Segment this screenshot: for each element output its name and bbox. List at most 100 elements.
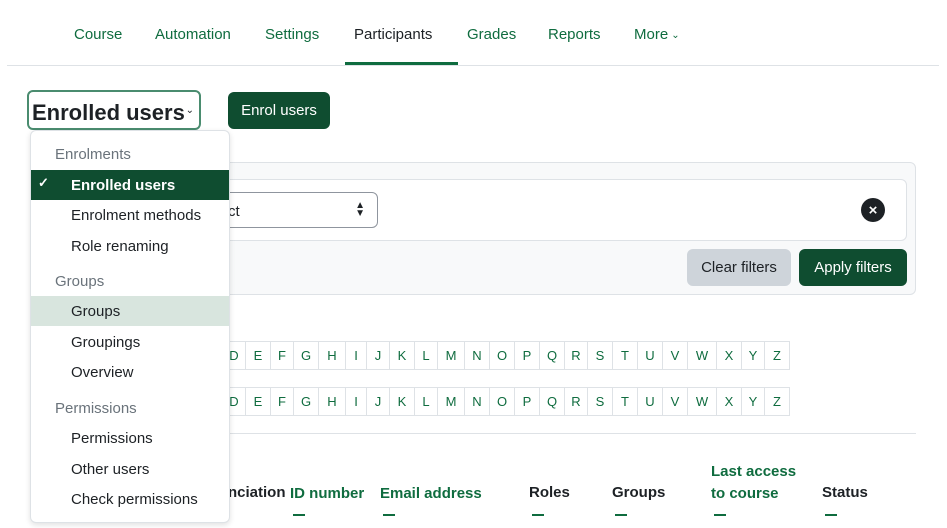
column-header-id-number[interactable]: ID number bbox=[290, 485, 364, 502]
dropdown-item-label: Groupings bbox=[71, 333, 141, 351]
dropdown-item-role-renaming[interactable]: Role renaming bbox=[31, 231, 229, 261]
dropdown-group-permissions: Permissions bbox=[55, 400, 137, 417]
page-select[interactable]: Enrolled users ⌄ bbox=[27, 90, 201, 130]
initial-letter-link[interactable]: J bbox=[366, 387, 390, 416]
table-divider bbox=[215, 433, 916, 434]
initial-letter-link[interactable]: Q bbox=[539, 387, 565, 416]
initial-letter-link[interactable]: K bbox=[389, 387, 415, 416]
dropdown-item-permissions[interactable]: Permissions bbox=[31, 423, 229, 453]
nav-more-label: More bbox=[634, 26, 669, 43]
initial-letter-link[interactable]: K bbox=[389, 341, 415, 370]
initial-letter-link[interactable]: I bbox=[345, 341, 367, 370]
first-name-initials-bar: DEFGHIJKLMNOPQRSTUVWXYZ bbox=[222, 341, 790, 370]
page-select-value: Enrolled users bbox=[32, 100, 185, 125]
nav-tab-more[interactable]: More ⌄ bbox=[634, 26, 680, 43]
nav-tab-automation[interactable]: Automation bbox=[155, 26, 231, 43]
initial-letter-link[interactable]: F bbox=[270, 387, 294, 416]
column-header-roles: Roles bbox=[529, 484, 570, 501]
initial-letter-link[interactable]: T bbox=[612, 387, 638, 416]
initial-letter-link[interactable]: F bbox=[270, 341, 294, 370]
initial-letter-link[interactable]: O bbox=[489, 341, 515, 370]
checkmark-icon: ✓ bbox=[38, 175, 49, 190]
initial-letter-link[interactable]: Y bbox=[741, 387, 765, 416]
dropdown-group-groups: Groups bbox=[55, 273, 105, 290]
dropdown-item-label: Groups bbox=[71, 302, 121, 320]
dropdown-item-label: Other users bbox=[71, 460, 150, 478]
initial-letter-link[interactable]: G bbox=[293, 341, 319, 370]
dropdown-item-groupings[interactable]: Groupings bbox=[31, 327, 229, 357]
collapse-column-icon[interactable] bbox=[714, 514, 726, 516]
collapse-column-icon[interactable] bbox=[532, 514, 544, 516]
select-arrows-icon: ▲ ▼ bbox=[355, 200, 365, 219]
dropdown-item-overview[interactable]: Overview bbox=[31, 357, 229, 387]
enrol-users-button[interactable]: Enrol users bbox=[228, 92, 330, 129]
column-header-email[interactable]: Email address bbox=[380, 485, 482, 502]
nav-tab-reports[interactable]: Reports bbox=[548, 26, 601, 43]
dropdown-item-other-users[interactable]: Other users bbox=[31, 454, 229, 484]
initial-letter-link[interactable]: E bbox=[245, 341, 271, 370]
collapse-column-icon[interactable] bbox=[293, 514, 305, 516]
initial-letter-link[interactable]: I bbox=[345, 387, 367, 416]
initial-letter-link[interactable]: X bbox=[716, 341, 742, 370]
nav-tab-course[interactable]: Course bbox=[74, 26, 122, 43]
initial-letter-link[interactable]: G bbox=[293, 387, 319, 416]
initial-letter-link[interactable]: R bbox=[564, 341, 588, 370]
dropdown-item-label: Enrolment methods bbox=[71, 206, 202, 224]
initial-letter-link[interactable]: H bbox=[318, 387, 346, 416]
dropdown-item-check-permissions[interactable]: Check permissions bbox=[31, 484, 229, 514]
dropdown-item-label: Enrolled users bbox=[71, 176, 176, 194]
initial-letter-link[interactable]: N bbox=[464, 341, 490, 370]
initial-letter-link[interactable]: L bbox=[414, 341, 438, 370]
initial-letter-link[interactable]: E bbox=[245, 387, 271, 416]
initial-letter-link[interactable]: S bbox=[587, 341, 613, 370]
dropdown-item-groups[interactable]: Groups bbox=[31, 296, 229, 326]
initial-letter-link[interactable]: W bbox=[687, 341, 717, 370]
initial-letter-link[interactable]: V bbox=[662, 341, 688, 370]
apply-filters-button[interactable]: Apply filters bbox=[799, 249, 907, 286]
initial-letter-link[interactable]: M bbox=[437, 341, 465, 370]
initial-letter-link[interactable]: T bbox=[612, 341, 638, 370]
initial-letter-link[interactable]: Y bbox=[741, 341, 765, 370]
column-header-last-access-line1[interactable]: Last access bbox=[711, 463, 796, 480]
nav-tab-grades[interactable]: Grades bbox=[467, 26, 516, 43]
collapse-column-icon[interactable] bbox=[825, 514, 837, 516]
initial-letter-link[interactable]: Q bbox=[539, 341, 565, 370]
initial-letter-link[interactable]: H bbox=[318, 341, 346, 370]
dropdown-item-enrolled-users[interactable]: ✓ Enrolled users bbox=[31, 170, 229, 200]
filter-match-select[interactable]: ct ▲ ▼ bbox=[215, 192, 378, 228]
column-header-name-partial[interactable]: nciation bbox=[228, 484, 286, 501]
collapse-column-icon[interactable] bbox=[615, 514, 627, 516]
dropdown-item-enrolment-methods[interactable]: Enrolment methods bbox=[31, 200, 229, 230]
initial-letter-link[interactable]: U bbox=[637, 387, 663, 416]
nav-tab-settings[interactable]: Settings bbox=[265, 26, 319, 43]
initial-letter-link[interactable]: Z bbox=[764, 341, 790, 370]
initial-letter-link[interactable]: Z bbox=[764, 387, 790, 416]
initial-letter-link[interactable]: L bbox=[414, 387, 438, 416]
initial-letter-link[interactable]: W bbox=[687, 387, 717, 416]
initial-letter-link[interactable]: X bbox=[716, 387, 742, 416]
chevron-down-icon: ⌄ bbox=[185, 105, 194, 116]
initial-letter-link[interactable]: R bbox=[564, 387, 588, 416]
initial-letter-link[interactable]: N bbox=[464, 387, 490, 416]
nav-tab-participants[interactable]: Participants bbox=[354, 26, 432, 43]
initial-letter-link[interactable]: P bbox=[514, 341, 540, 370]
initial-letter-link[interactable]: J bbox=[366, 341, 390, 370]
last-name-initials-bar: DEFGHIJKLMNOPQRSTUVWXYZ bbox=[222, 387, 790, 416]
page-select-dropdown-menu: Enrolments ✓ Enrolled users Enrolment me… bbox=[30, 130, 230, 523]
column-header-groups: Groups bbox=[612, 484, 666, 501]
active-tab-indicator bbox=[345, 62, 458, 65]
secondary-navigation: Course Automation Settings Participants … bbox=[7, 0, 939, 66]
initial-letter-link[interactable]: M bbox=[437, 387, 465, 416]
clear-filters-button[interactable]: Clear filters bbox=[687, 249, 791, 286]
collapse-column-icon[interactable] bbox=[383, 514, 395, 516]
chevron-down-icon: ⌄ bbox=[671, 30, 680, 41]
initial-letter-link[interactable]: S bbox=[587, 387, 613, 416]
initial-letter-link[interactable]: U bbox=[637, 341, 663, 370]
initial-letter-link[interactable]: P bbox=[514, 387, 540, 416]
initial-letter-link[interactable]: V bbox=[662, 387, 688, 416]
dropdown-item-label: Role renaming bbox=[71, 237, 169, 255]
close-circle-icon[interactable]: × bbox=[861, 198, 885, 222]
column-header-last-access-line2[interactable]: to course bbox=[711, 485, 779, 502]
dropdown-item-label: Permissions bbox=[71, 429, 153, 447]
initial-letter-link[interactable]: O bbox=[489, 387, 515, 416]
